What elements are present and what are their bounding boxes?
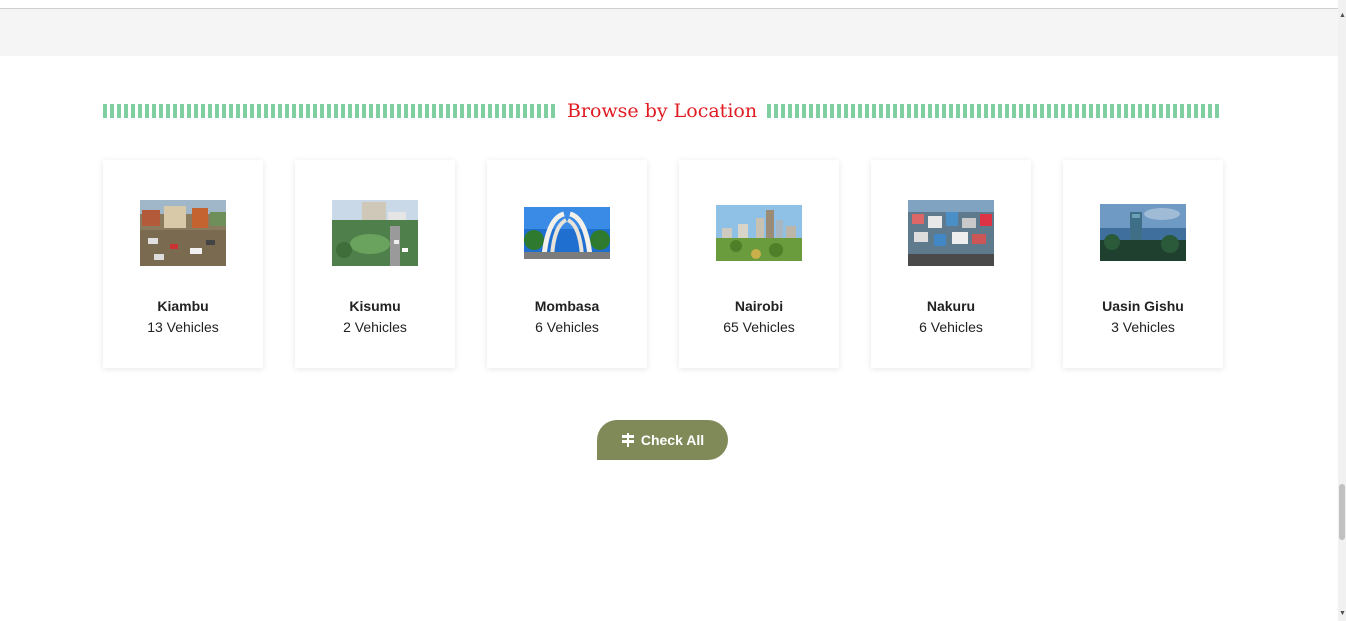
location-card-nakuru[interactable]: Nakuru 6 Vehicles — [871, 160, 1031, 368]
vehicle-count: 2 Vehicles — [343, 319, 407, 335]
vehicle-count: 13 Vehicles — [147, 319, 219, 335]
location-image-uasin-gishu — [1100, 200, 1186, 266]
section-heading: Browse by Location — [103, 96, 1222, 126]
heading-decoration-right — [767, 104, 1222, 118]
check-all-button[interactable]: Check All — [597, 420, 728, 460]
signpost-icon — [621, 433, 635, 447]
section-title: Browse by Location — [566, 100, 758, 122]
location-image-nakuru — [908, 200, 994, 266]
location-name: Nairobi — [734, 298, 784, 314]
location-name: Kisumu — [349, 298, 401, 314]
location-card-mombasa[interactable]: Mombasa 6 Vehicles — [487, 160, 647, 368]
location-image-mombasa — [524, 200, 610, 266]
location-image-kisumu — [332, 200, 418, 266]
check-all-label: Check All — [640, 432, 705, 448]
location-name: Nakuru — [926, 298, 976, 314]
location-card-kiambu[interactable]: Kiambu 13 Vehicles — [103, 160, 263, 368]
location-name: Uasin Gishu — [1102, 298, 1184, 314]
location-image-kiambu — [140, 200, 226, 266]
vehicle-count: 65 Vehicles — [723, 319, 795, 335]
location-card-uasin-gishu[interactable]: Uasin Gishu 3 Vehicles — [1063, 160, 1223, 368]
location-cards: Kiambu 13 Vehicles Kisumu 2 Vehicles Mom… — [103, 160, 1223, 368]
location-name: Mombasa — [534, 298, 600, 314]
scroll-down-arrow[interactable]: ▼ — [1339, 610, 1346, 618]
scroll-up-arrow[interactable]: ▲ — [1339, 12, 1346, 20]
vehicle-count: 6 Vehicles — [919, 319, 983, 335]
heading-decoration-left — [103, 104, 557, 118]
location-card-kisumu[interactable]: Kisumu 2 Vehicles — [295, 160, 455, 368]
location-card-nairobi[interactable]: Nairobi 65 Vehicles — [679, 160, 839, 368]
location-image-nairobi — [716, 200, 802, 266]
vehicle-count: 3 Vehicles — [1111, 319, 1175, 335]
location-name: Kiambu — [157, 298, 209, 314]
vehicle-count: 6 Vehicles — [535, 319, 599, 335]
scrollbar-thumb[interactable] — [1339, 484, 1345, 540]
header-band — [0, 9, 1338, 56]
